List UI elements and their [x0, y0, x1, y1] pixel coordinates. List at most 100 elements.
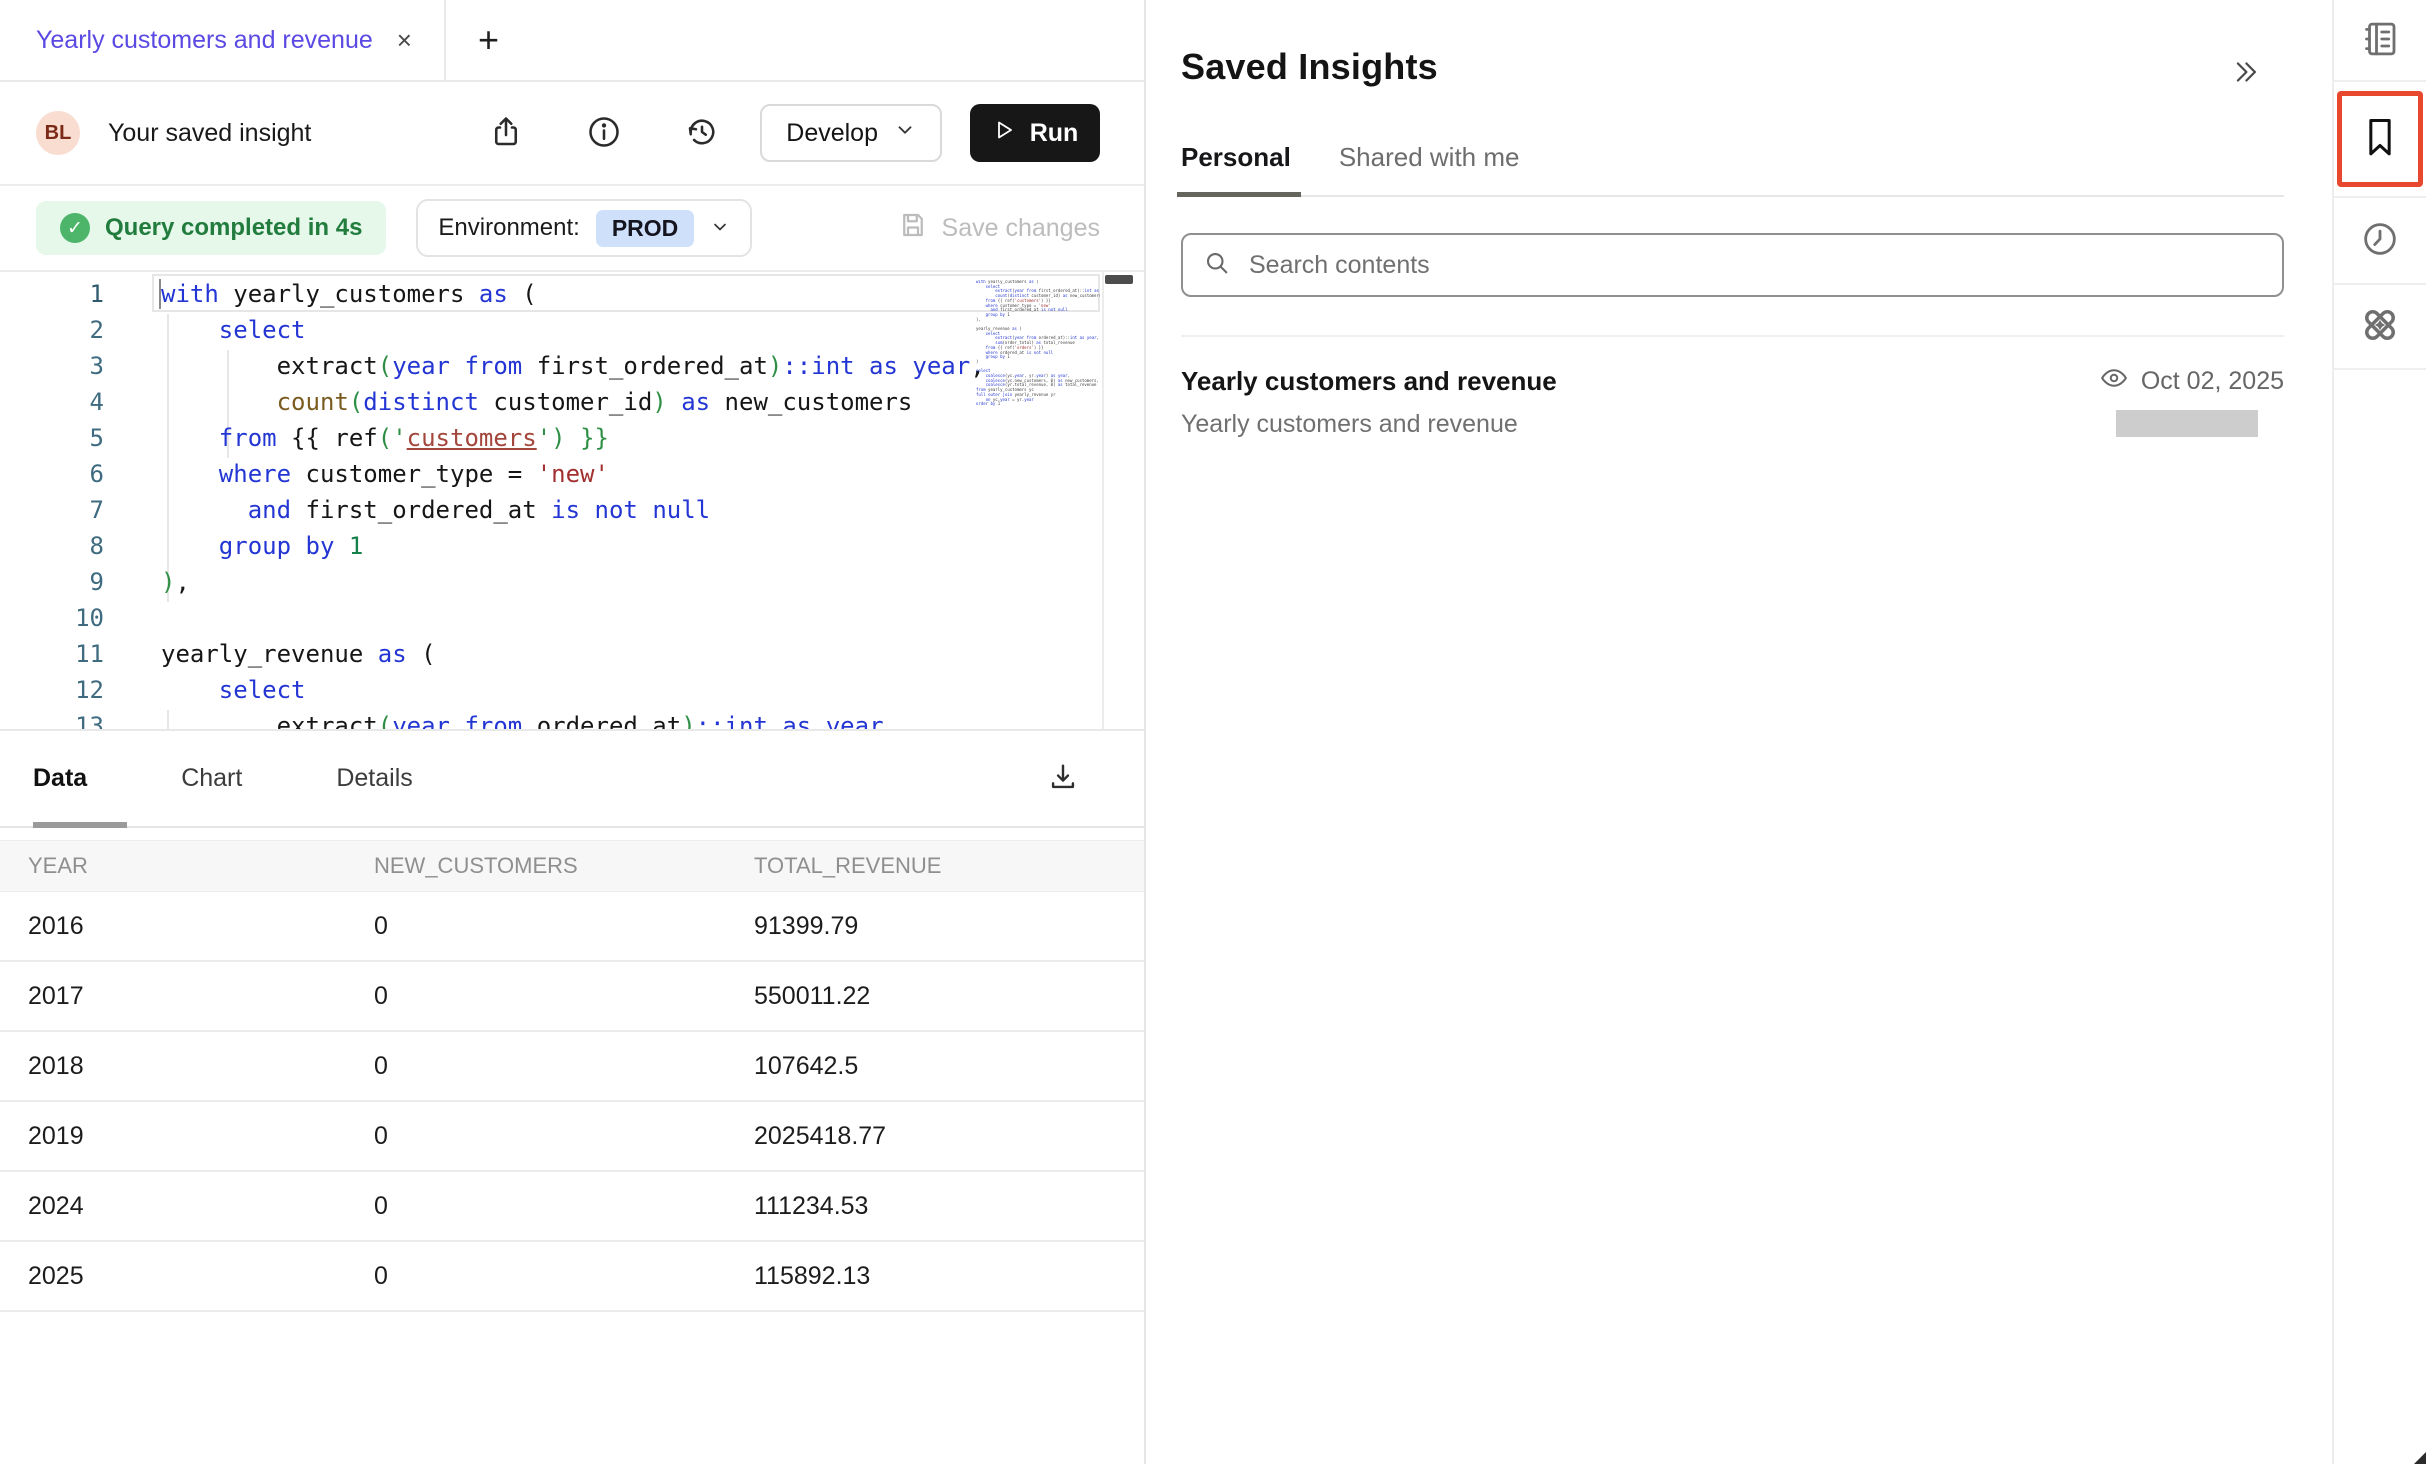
code-line: from {{ ref('customers') }} — [161, 420, 985, 456]
history-button[interactable] — [684, 114, 720, 153]
code-line: select — [161, 312, 985, 348]
code-line: with yearly_customers as ( — [161, 276, 985, 312]
table-cell: 111234.53 — [754, 1192, 1144, 1221]
line-number: 13 — [0, 708, 104, 731]
environment-value-badge: PROD — [596, 210, 694, 247]
table-cell: 2024 — [0, 1192, 374, 1221]
table-cell: 0 — [374, 982, 754, 1011]
table-row[interactable]: 2016091399.79 — [0, 892, 1144, 962]
code-line: select — [161, 672, 985, 708]
rail-section — [2334, 198, 2426, 285]
table-cell: 91399.79 — [754, 912, 1144, 941]
line-number: 7 — [0, 492, 104, 528]
insight-item-subtitle: Yearly customers and revenue — [1181, 410, 1518, 439]
table-cell: 2025 — [0, 1262, 374, 1291]
table-cell: 0 — [374, 1052, 754, 1081]
run-button[interactable]: Run — [970, 104, 1100, 162]
app-window: Yearly customers and revenue × + BL Your… — [0, 0, 2426, 1464]
saved-insight-list-item[interactable]: Yearly customers and revenue Oct 02, 202… — [1181, 337, 2284, 439]
collapse-panel-button[interactable] — [2222, 54, 2268, 93]
rail-section — [2334, 0, 2426, 82]
rail-section — [2334, 285, 2426, 370]
history-icon — [684, 114, 720, 153]
table-cell: 2025418.77 — [754, 1122, 1144, 1151]
table-header-row: YEAR NEW_CUSTOMERS TOTAL_REVENUE — [0, 840, 1144, 892]
save-changes-button[interactable]: Save changes — [898, 210, 1100, 247]
saved-insights-panel: Saved Insights Personal Shared with me Y… — [1148, 0, 2332, 1464]
table-body: 2016091399.7920170550011.2220180107642.5… — [0, 892, 1144, 1312]
table-cell: 2018 — [0, 1052, 374, 1081]
line-number: 2 — [0, 312, 104, 348]
active-tab-indicator — [1177, 192, 1301, 197]
search-box — [1181, 233, 2284, 297]
table-cell: 0 — [374, 1192, 754, 1221]
sql-editor[interactable]: 12345678910111213 with yearly_customers … — [0, 270, 1144, 731]
save-icon — [898, 210, 928, 247]
download-results-button[interactable] — [1040, 759, 1086, 798]
editor-minimap[interactable]: with yearly_customers as ( select extrac… — [976, 280, 1100, 407]
query-panel: Yearly customers and revenue × + BL Your… — [0, 0, 1146, 1464]
code-line: where customer_type = 'new' — [161, 456, 985, 492]
code-line: extract(year from ordered_at)::int as ye… — [161, 708, 985, 731]
tab-bar: Yearly customers and revenue × + — [0, 0, 1144, 82]
table-row[interactable]: 20170550011.22 — [0, 962, 1144, 1032]
table-cell: 107642.5 — [754, 1052, 1144, 1081]
code-line: yearly_revenue as ( — [161, 636, 985, 672]
saved-insights-header: Saved Insights — [1181, 46, 2284, 88]
line-number: 6 — [0, 456, 104, 492]
explore-rail-button[interactable] — [2357, 302, 2403, 351]
tab-title: Yearly customers and revenue — [36, 26, 373, 55]
insight-item-date-text: Oct 02, 2025 — [2141, 367, 2284, 396]
tab-yearly-customers-and-revenue[interactable]: Yearly customers and revenue × — [0, 0, 412, 80]
table-row[interactable]: 20180107642.5 — [0, 1032, 1144, 1102]
code-area[interactable]: with yearly_customers as ( select extrac… — [161, 276, 985, 731]
line-number: 5 — [0, 420, 104, 456]
info-button[interactable] — [586, 114, 622, 153]
code-line — [161, 600, 985, 636]
table-cell: 2017 — [0, 982, 374, 1011]
new-tab-button[interactable]: + — [478, 19, 499, 61]
code-line: ), — [161, 564, 985, 600]
line-number: 12 — [0, 672, 104, 708]
environment-dropdown[interactable]: Environment: PROD — [416, 199, 752, 257]
develop-dropdown[interactable]: Develop — [760, 104, 942, 162]
tab-chart[interactable]: Chart — [181, 764, 242, 793]
line-number: 4 — [0, 384, 104, 420]
right-icon-rail — [2332, 0, 2426, 1464]
double-chevron-right-icon — [2228, 55, 2262, 92]
tab-personal[interactable]: Personal — [1181, 142, 1291, 173]
line-number: 9 — [0, 564, 104, 600]
status-row: ✓ Query completed in 4s Environment: PRO… — [0, 186, 1144, 270]
table-row[interactable]: 20250115892.13 — [0, 1242, 1144, 1312]
table-row[interactable]: 201902025418.77 — [0, 1102, 1144, 1172]
line-number: 1 — [0, 276, 104, 312]
download-icon — [1046, 760, 1080, 797]
saved-insights-tabs: Personal Shared with me — [1181, 142, 2284, 197]
resize-corner[interactable] — [2414, 1452, 2426, 1464]
table-row[interactable]: 20240111234.53 — [0, 1172, 1144, 1242]
results-tab-bar: Data Chart Details — [0, 731, 1144, 828]
table-cell: 0 — [374, 912, 754, 941]
column-header-total-revenue: TOTAL_REVENUE — [754, 853, 1144, 879]
query-status-text: Query completed in 4s — [105, 214, 362, 242]
tab-data[interactable]: Data — [33, 764, 87, 793]
tab-details[interactable]: Details — [336, 764, 412, 793]
notebook-icon — [2359, 18, 2401, 63]
close-tab-icon[interactable]: × — [397, 25, 412, 56]
panel-title: Saved Insights — [1181, 46, 2284, 88]
compass-icon — [2357, 302, 2403, 351]
share-button[interactable] — [488, 114, 524, 153]
check-circle-icon: ✓ — [60, 213, 90, 243]
history-rail-button[interactable] — [2359, 218, 2401, 263]
search-input[interactable] — [1247, 250, 2262, 281]
table-cell: 0 — [374, 1262, 754, 1291]
tab-shared-with-me[interactable]: Shared with me — [1339, 142, 1520, 173]
saved-insights-rail-button[interactable] — [2337, 91, 2423, 187]
insight-title: Your saved insight — [108, 119, 311, 148]
code-line: count(distinct customer_id) as new_custo… — [161, 384, 985, 420]
bookmark-icon — [2360, 114, 2400, 165]
toolbar-icons — [488, 114, 720, 153]
notebook-button[interactable] — [2359, 18, 2401, 63]
insight-item-title: Yearly customers and revenue — [1181, 366, 1557, 397]
scrollbar-thumb[interactable] — [1105, 275, 1133, 284]
